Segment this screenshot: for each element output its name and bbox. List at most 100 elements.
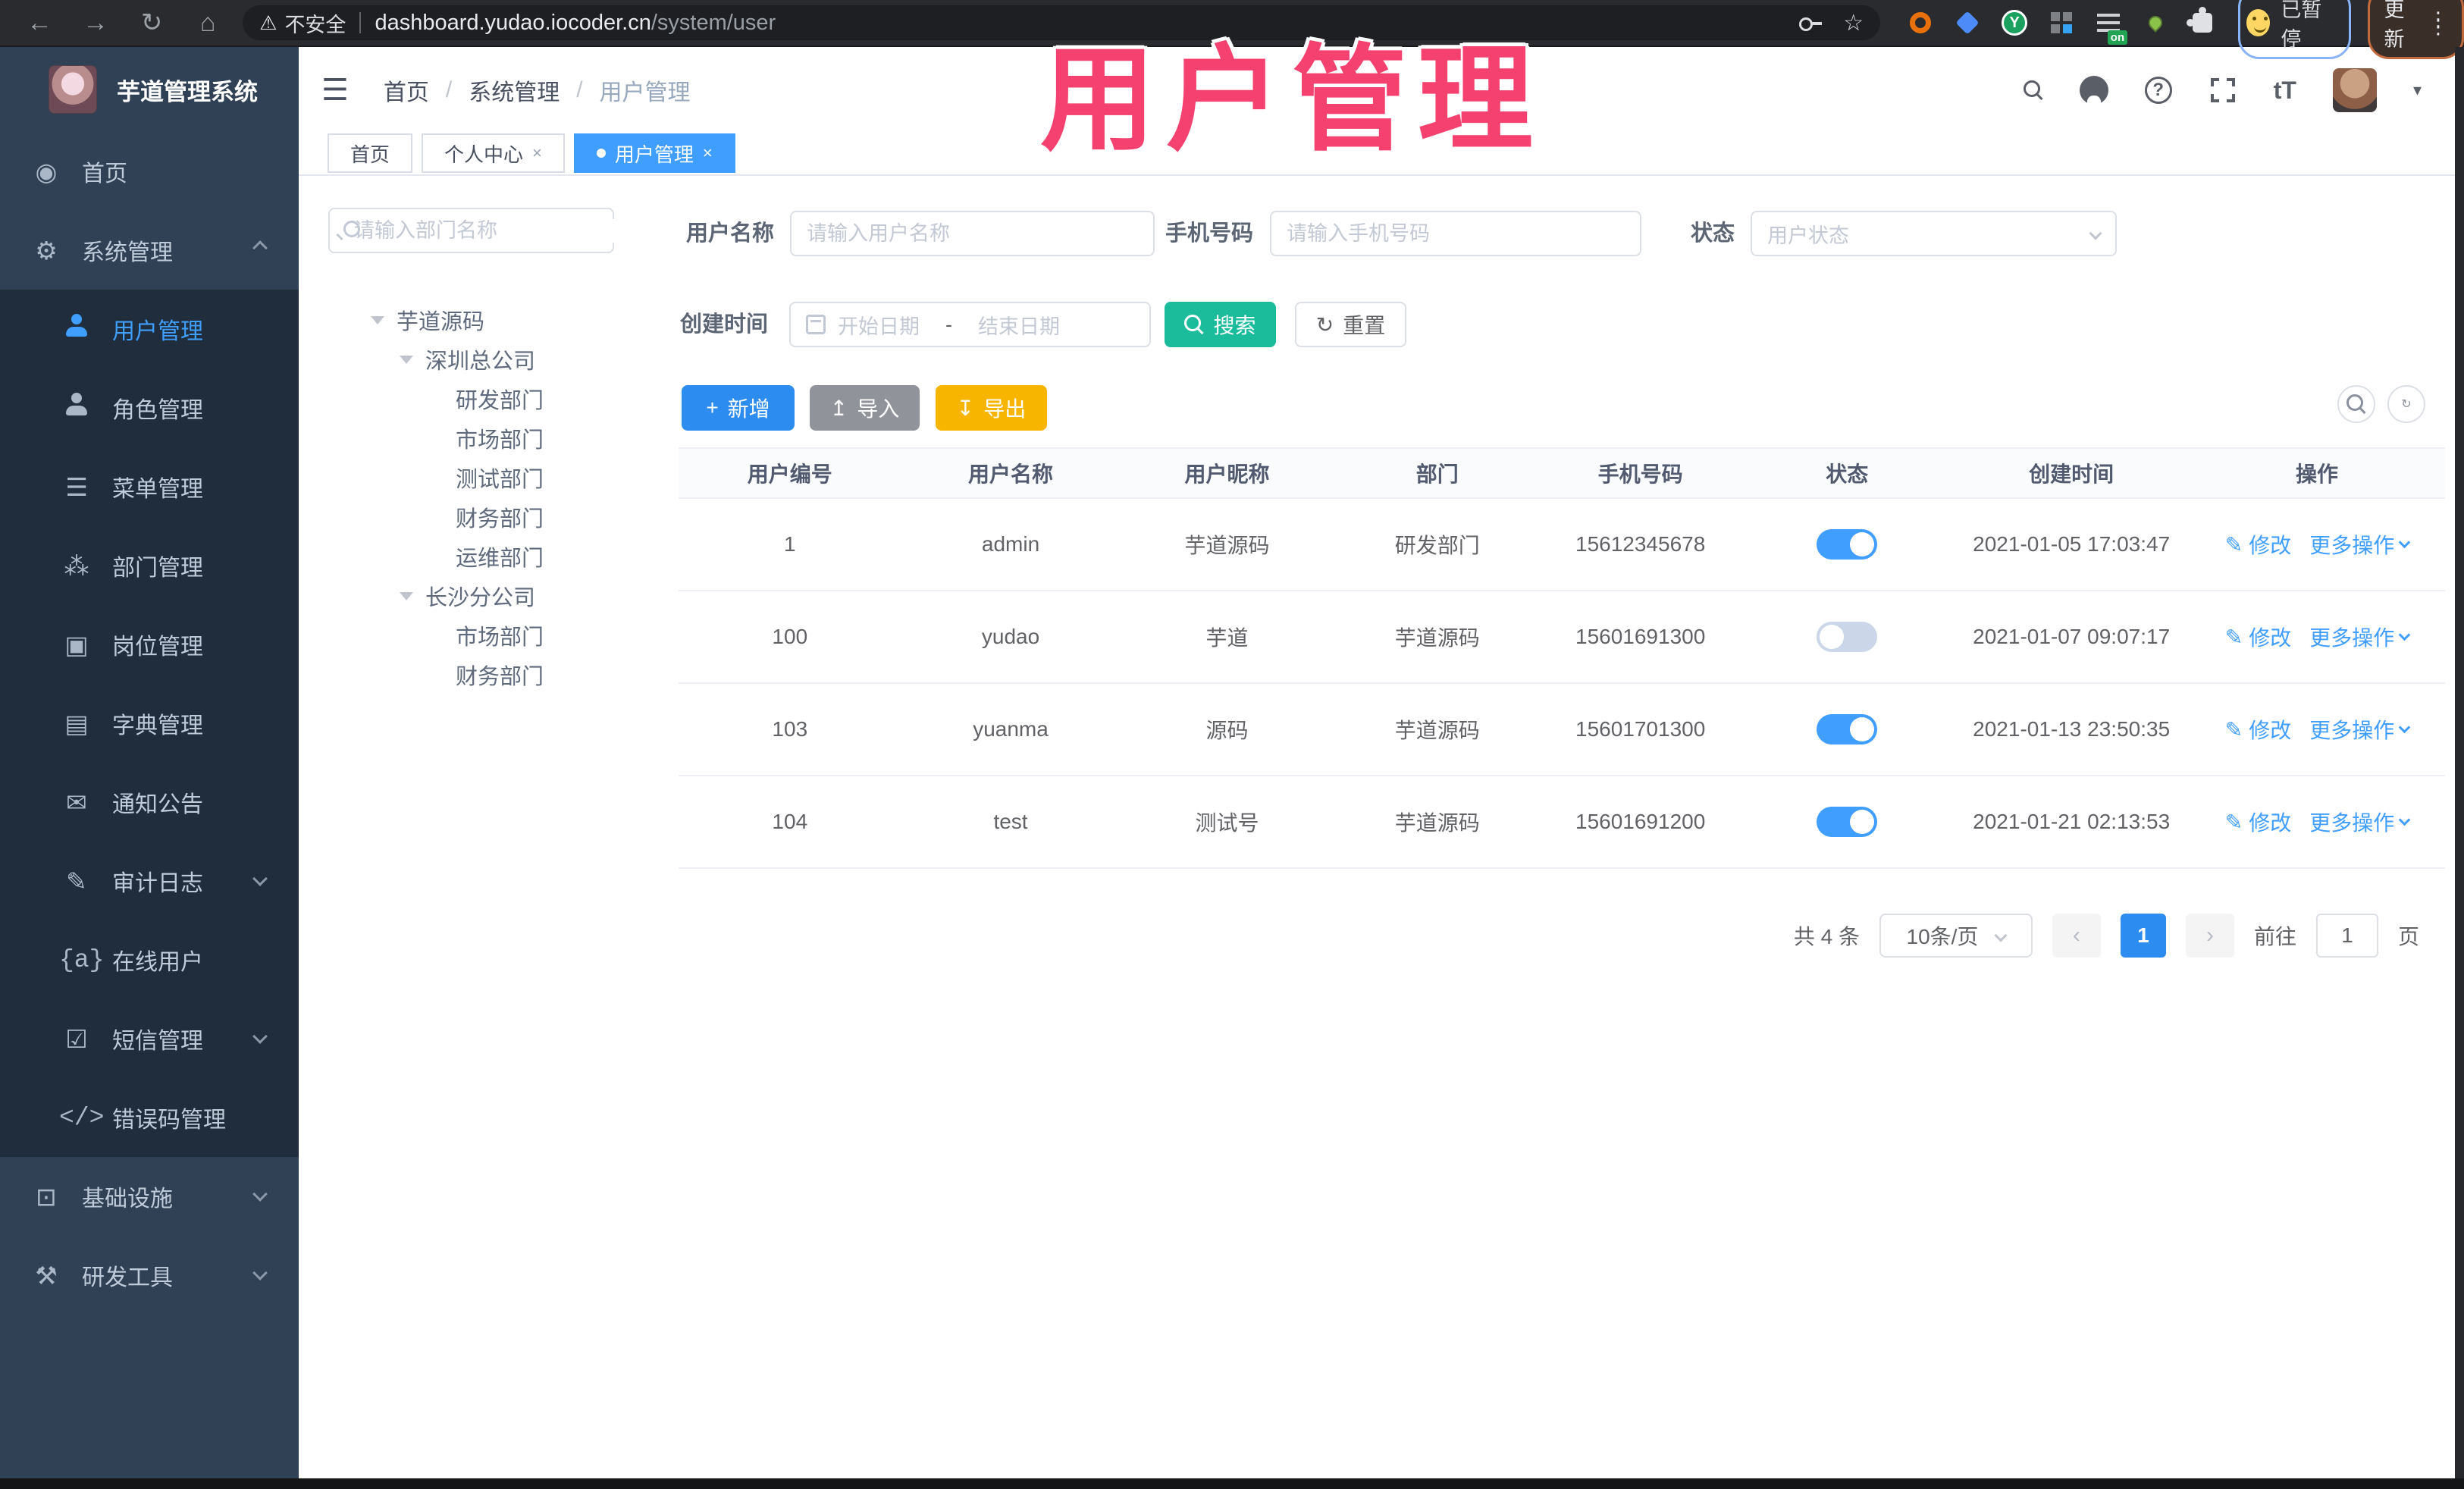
extension-list-icon[interactable]: on bbox=[2096, 10, 2128, 45]
dept-search-input[interactable] bbox=[354, 218, 622, 243]
font-size-icon[interactable]: tT bbox=[2274, 77, 2296, 105]
github-icon[interactable] bbox=[2079, 76, 2108, 105]
tree-node[interactable]: 市场部门 bbox=[328, 616, 632, 655]
collapse-sidebar-icon[interactable]: ☰ bbox=[321, 73, 349, 108]
prev-page-button[interactable]: ‹ bbox=[2052, 914, 2101, 958]
tree-caret-icon[interactable] bbox=[400, 355, 413, 364]
import-button[interactable]: ↥ 导入 bbox=[810, 385, 920, 431]
page-number-current[interactable]: 1 bbox=[2120, 914, 2166, 958]
download-icon: ↧ bbox=[956, 396, 975, 420]
tree-node[interactable]: 财务部门 bbox=[328, 655, 632, 694]
cell-user-id: 104 bbox=[772, 810, 808, 833]
more-actions-link[interactable]: 更多操作 bbox=[2309, 529, 2411, 560]
sidebar-item-dept-mgmt[interactable]: ⁂ 部门管理 bbox=[0, 526, 299, 605]
avatar-caret-icon[interactable]: ▾ bbox=[2413, 80, 2422, 100]
sidebar-item-notice[interactable]: ✉ 通知公告 bbox=[0, 763, 299, 842]
mobile-input[interactable] bbox=[1287, 221, 1625, 246]
sidebar-item-dict-mgmt[interactable]: ▤ 字典管理 bbox=[0, 684, 299, 763]
edit-link[interactable]: ✎ 修改 bbox=[2225, 529, 2291, 560]
tree-node[interactable]: 研发部门 bbox=[328, 379, 632, 418]
status-toggle[interactable] bbox=[1817, 622, 1878, 652]
tab-user-mgmt[interactable]: 用户管理 × bbox=[573, 133, 735, 173]
browser-menu-kebab-icon[interactable]: ⋮ ⋮ bbox=[2428, 9, 2448, 36]
tree-node[interactable]: 测试部门 bbox=[328, 458, 632, 497]
extension-grid-icon[interactable] bbox=[2049, 10, 2074, 36]
more-actions-link[interactable]: 更多操作 bbox=[2309, 807, 2411, 837]
edit-link[interactable]: ✎ 修改 bbox=[2225, 622, 2291, 652]
window-scrollbar-track[interactable] bbox=[2455, 47, 2464, 1489]
search-icon[interactable] bbox=[2023, 80, 2043, 100]
tree-node[interactable]: 芋道源码 bbox=[328, 300, 632, 340]
sidebar-item-post-mgmt[interactable]: ▣ 岗位管理 bbox=[0, 605, 299, 684]
cell-created: 2021-01-05 17:03:47 bbox=[1973, 532, 2171, 556]
page-size-select[interactable]: 10条/页 bbox=[1879, 914, 2033, 958]
breadcrumb-system[interactable]: 系统管理 bbox=[469, 74, 560, 107]
goto-page-input[interactable] bbox=[2315, 914, 2378, 958]
tree-node[interactable]: 财务部门 bbox=[328, 497, 632, 537]
active-dot-icon bbox=[596, 149, 606, 158]
tab-home[interactable]: 首页 bbox=[328, 133, 413, 173]
tree-node[interactable]: 长沙分公司 bbox=[328, 576, 632, 616]
bookmark-star-icon[interactable]: ☆ bbox=[1843, 10, 1864, 36]
edit-link[interactable]: ✎ 修改 bbox=[2225, 714, 2291, 744]
sidebar-item-online-users[interactable]: {a} 在线用户 bbox=[0, 920, 299, 999]
close-icon[interactable]: × bbox=[532, 143, 542, 163]
browser-update-button[interactable]: 更新 ⋮ ⋮ bbox=[2368, 0, 2464, 59]
sidebar-item-sms-mgmt[interactable]: ☑ 短信管理 bbox=[0, 999, 299, 1078]
browser-reload-icon[interactable]: ↻ bbox=[135, 8, 168, 38]
sidebar-item-home[interactable]: ◉ 首页 bbox=[0, 132, 299, 211]
sidebar-item-user-mgmt[interactable]: 用户管理 bbox=[0, 290, 299, 368]
sidebar-item-errcode-mgmt[interactable]: </> 错误码管理 bbox=[0, 1078, 299, 1157]
next-page-button[interactable]: › bbox=[2185, 914, 2234, 958]
tree-node[interactable]: 运维部门 bbox=[328, 537, 632, 576]
tree-node[interactable]: 市场部门 bbox=[328, 418, 632, 458]
extension-gem-icon[interactable] bbox=[1955, 10, 1980, 36]
extension-ring-icon[interactable] bbox=[1908, 10, 1933, 36]
tree-caret-icon[interactable] bbox=[400, 591, 413, 600]
browser-home-icon[interactable]: ⌂ bbox=[191, 8, 224, 38]
breadcrumb-home[interactable]: 首页 bbox=[384, 74, 429, 107]
edit-link[interactable]: ✎ 修改 bbox=[2225, 807, 2291, 837]
date-range-picker[interactable]: 开始日期 - 结束日期 bbox=[789, 302, 1151, 347]
fullscreen-icon[interactable] bbox=[2209, 76, 2237, 105]
browser-profile-button[interactable]: 已暂停 bbox=[2238, 0, 2352, 59]
username-input[interactable] bbox=[807, 221, 1138, 246]
sidebar-item-menu-mgmt[interactable]: ☰ 菜单管理 bbox=[0, 447, 299, 526]
table-row: 100 yudao 芋道 芋道源码 15601691300 2021-01-07… bbox=[679, 591, 2445, 684]
more-actions-link[interactable]: 更多操作 bbox=[2309, 622, 2411, 652]
tree-caret-icon[interactable] bbox=[371, 315, 384, 324]
status-select[interactable]: 用户状态 bbox=[1751, 211, 2117, 256]
col-username: 用户名称 bbox=[968, 462, 1054, 486]
extension-pin-icon[interactable] bbox=[2143, 10, 2168, 36]
user-list-section: 用户名称 手机号码 状态 用户状态 创建时间 bbox=[679, 176, 2447, 1489]
sidebar-item-audit-log[interactable]: ✎ 审计日志 bbox=[0, 842, 299, 920]
more-actions-link[interactable]: 更多操作 bbox=[2309, 714, 2411, 744]
browser-back-icon[interactable]: ← bbox=[23, 8, 56, 38]
tree-node[interactable]: 深圳总公司 bbox=[328, 340, 632, 379]
sidebar-item-dev-tools[interactable]: ⚒ 研发工具 bbox=[0, 1236, 299, 1315]
refresh-icon: ↻ bbox=[1315, 312, 1334, 337]
url-text[interactable]: dashboard.yudao.iocoder.cn/system/user bbox=[375, 11, 776, 36]
close-icon[interactable]: × bbox=[703, 143, 713, 163]
browser-forward-icon[interactable]: → bbox=[79, 8, 112, 38]
status-toggle[interactable] bbox=[1817, 714, 1878, 744]
export-button[interactable]: ↧ 导出 bbox=[936, 385, 1047, 431]
extension-y-icon[interactable]: Y bbox=[2002, 10, 2028, 36]
status-toggle[interactable] bbox=[1817, 529, 1878, 560]
reset-button[interactable]: ↻ 重置 bbox=[1295, 302, 1406, 347]
col-dept: 部门 bbox=[1415, 462, 1459, 486]
password-key-icon[interactable] bbox=[1799, 17, 1823, 31]
help-icon[interactable]: ? bbox=[2144, 77, 2172, 104]
extensions-puzzle-icon[interactable] bbox=[2187, 7, 2215, 36]
search-button[interactable]: 搜索 bbox=[1165, 302, 1276, 347]
add-button[interactable]: + 新增 bbox=[682, 385, 795, 431]
refresh-list-button[interactable]: ↻ bbox=[2387, 385, 2425, 423]
sidebar-item-system[interactable]: ⚙ 系统管理 bbox=[0, 211, 299, 290]
sidebar-item-role-mgmt[interactable]: 角色管理 bbox=[0, 368, 299, 447]
badge-icon: ▣ bbox=[64, 630, 89, 659]
user-avatar[interactable] bbox=[2332, 68, 2377, 112]
tab-profile[interactable]: 个人中心 × bbox=[422, 133, 565, 173]
sidebar-item-infrastructure[interactable]: ⊡ 基础设施 bbox=[0, 1157, 299, 1236]
show-search-toggle-button[interactable] bbox=[2337, 385, 2375, 423]
status-toggle[interactable] bbox=[1817, 807, 1878, 837]
